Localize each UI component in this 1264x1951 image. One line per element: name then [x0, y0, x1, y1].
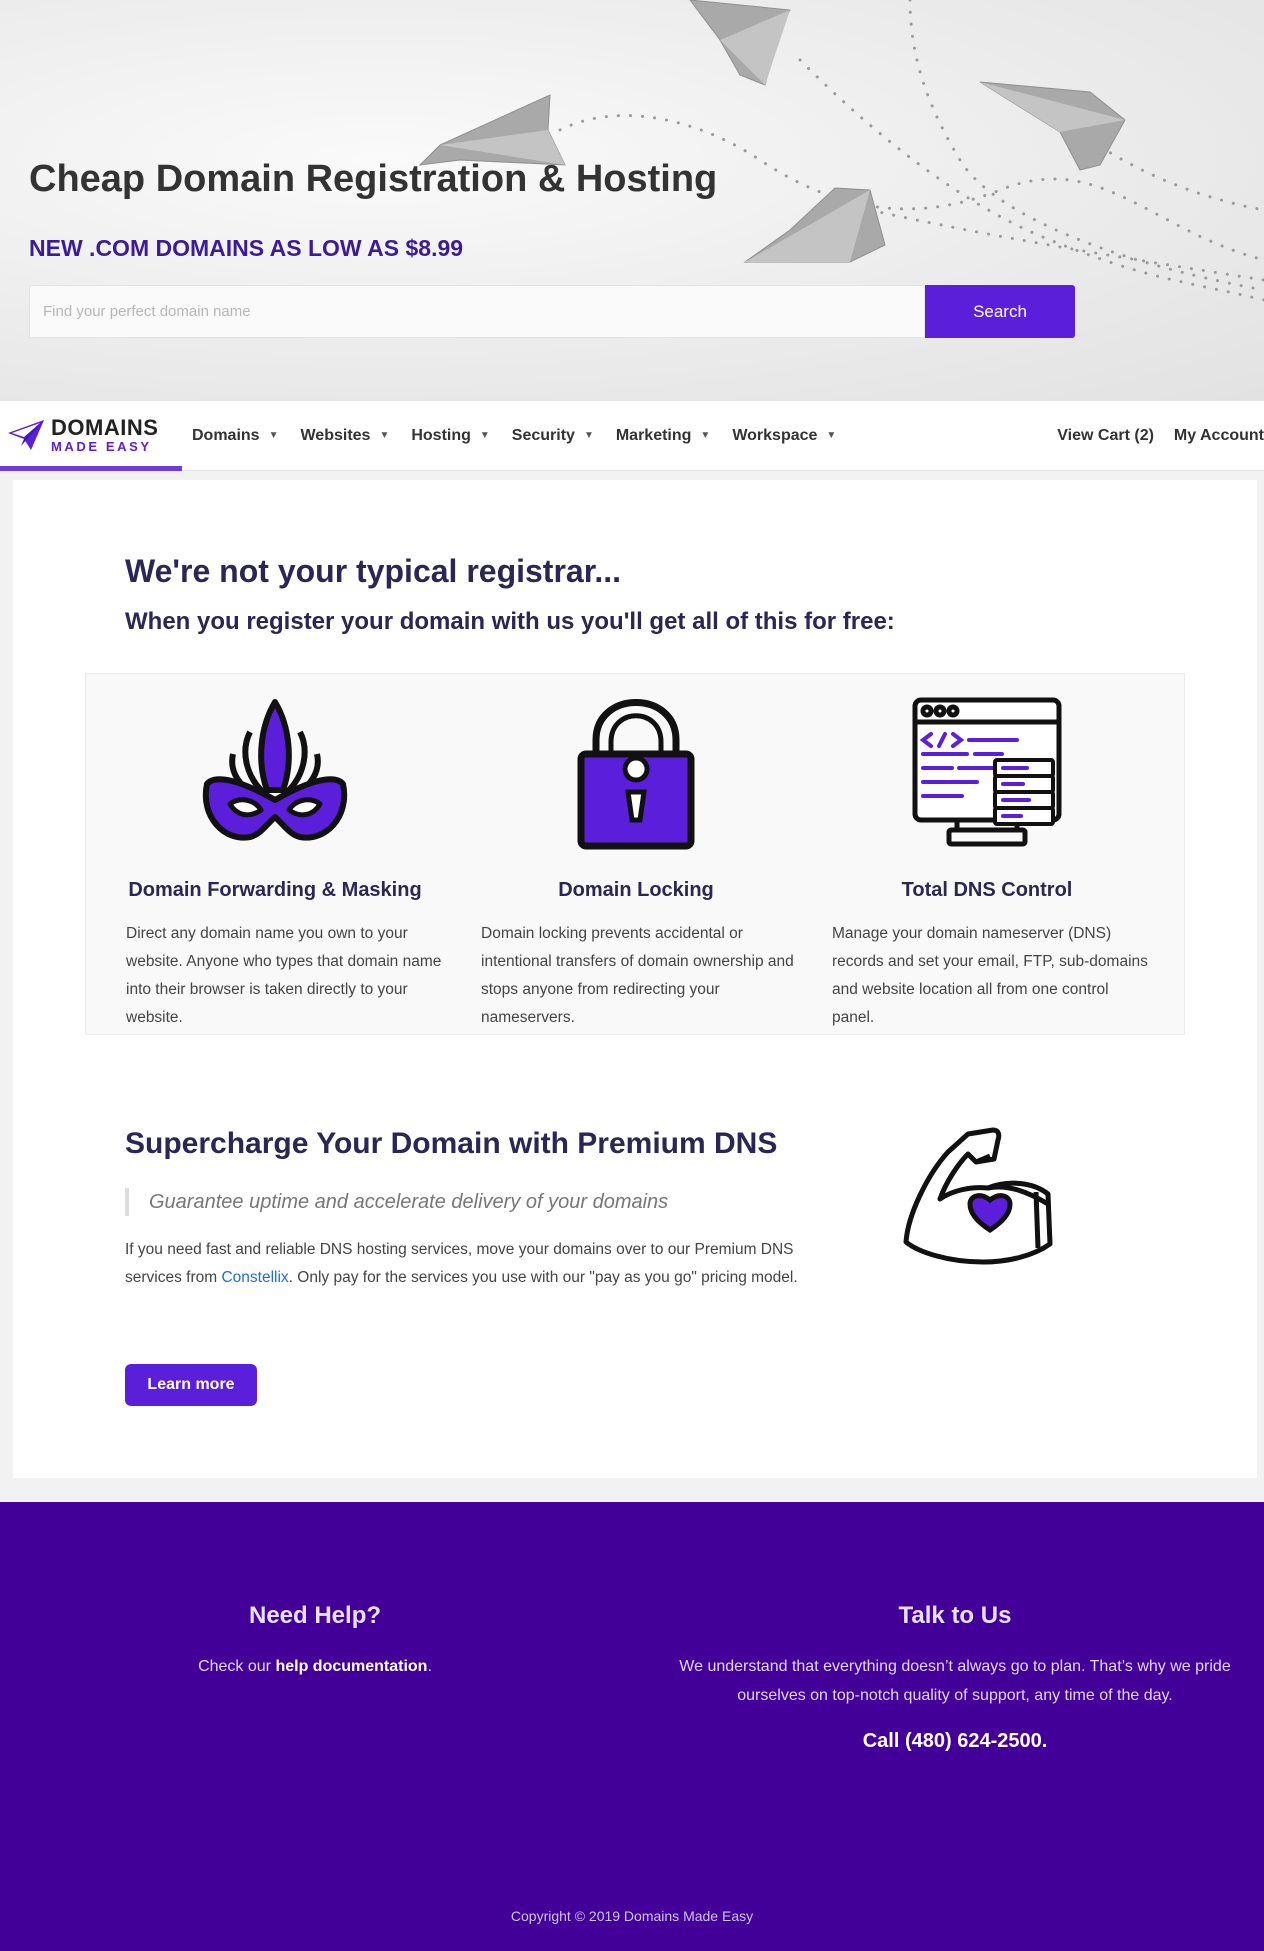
intro-heading: We're not your typical registrar...	[125, 553, 622, 589]
premium-dns-description: If you need fast and reliable DNS hostin…	[125, 1236, 815, 1292]
footer-talk-column: Talk to Us We understand that everything…	[650, 1602, 1260, 1753]
nav-item-marketing[interactable]: Marketing ▼	[616, 427, 710, 445]
logo-text-domains: DOMAINS	[51, 415, 159, 440]
paper-plane-logo-icon	[8, 420, 44, 450]
feature-title: Domain Locking	[558, 879, 714, 901]
nav-item-websites[interactable]: Websites ▼	[300, 427, 389, 445]
nav-item-label: Workspace	[732, 426, 818, 444]
view-cart-link[interactable]: View Cart (2)	[1057, 427, 1154, 445]
server-code-icon	[912, 697, 1062, 847]
constellix-link[interactable]: Constellix	[221, 1269, 288, 1286]
footer-help-text: Check our help documentation.	[115, 1652, 515, 1681]
premium-dns-heading: Supercharge Your Domain with Premium DNS	[125, 1127, 778, 1160]
nav-item-hosting[interactable]: Hosting ▼	[411, 427, 489, 445]
footer-talk-title: Talk to Us	[898, 1602, 1012, 1629]
caret-down-icon: ▼	[583, 430, 594, 441]
nav-item-label: Websites	[300, 426, 371, 444]
hero-banner: Cheap Domain Registration & Hosting NEW …	[0, 0, 1264, 400]
nav-item-label: Security	[511, 426, 575, 444]
active-indicator	[0, 466, 182, 471]
feature-description: Manage your domain nameserver (DNS) reco…	[832, 925, 1148, 1026]
logo[interactable]: DOMAINS MADE EASY	[7, 417, 158, 453]
padlock-icon	[577, 699, 695, 850]
footer-help-column: Need Help? Check our help documentation.	[115, 1602, 515, 1681]
help-text: Check our	[198, 1658, 276, 1675]
copyright: Copyright © 2019 Domains Made Easy	[510, 1908, 754, 1924]
flexed-arm-heart-icon	[903, 1127, 1053, 1265]
nav-item-workspace[interactable]: Workspace ▼	[732, 427, 836, 445]
nav-item-label: Marketing	[615, 426, 692, 444]
nav-item-domains[interactable]: Domains ▼	[192, 427, 278, 445]
caret-down-icon: ▼	[479, 430, 490, 441]
my-account-link[interactable]: My Account	[1174, 427, 1264, 445]
feature-title: Total DNS Control	[901, 879, 1073, 901]
premium-dns-quote: Guarantee uptime and accelerate delivery…	[125, 1188, 668, 1216]
caret-down-icon: ▼	[826, 430, 837, 441]
domain-search-input[interactable]	[29, 285, 925, 338]
footer-phone[interactable]: Call (480) 624-2500.	[650, 1730, 1260, 1753]
nav-item-security[interactable]: Security ▼	[512, 427, 594, 445]
nav-item-label: Domains	[192, 426, 260, 444]
caret-down-icon: ▼	[268, 430, 279, 441]
description-text: . Only pay for the services you use with…	[288, 1269, 798, 1286]
logo-text-made-easy: MADE EASY	[51, 439, 152, 454]
main-nav: DOMAINS MADE EASY Domains ▼ Websites ▼ Hos…	[0, 400, 1264, 471]
features-panel: Domain Forwarding & Masking Direct any d…	[85, 673, 1185, 1035]
nav-item-label: Hosting	[411, 426, 471, 444]
feature-description: Domain locking prevents accidental or in…	[481, 925, 794, 1026]
feature-description: Direct any domain name you own to your w…	[126, 925, 442, 1026]
footer-talk-text: We understand that everything doesn’t al…	[679, 1658, 1231, 1704]
nav-account-links: View Cart (2) My Account	[1037, 401, 1264, 470]
feature-title: Domain Forwarding & Masking	[128, 879, 422, 901]
help-text: .	[427, 1658, 432, 1675]
caret-down-icon: ▼	[379, 430, 390, 441]
hero-promo: NEW .COM DOMAINS AS LOW AS $8.99	[29, 235, 464, 261]
learn-more-button[interactable]: Learn more	[125, 1364, 257, 1406]
search-button[interactable]: Search	[925, 285, 1075, 338]
footer: Need Help? Check our help documentation.…	[0, 1502, 1264, 1951]
hero-title: Cheap Domain Registration & Hosting	[29, 158, 718, 200]
footer-help-title: Need Help?	[248, 1602, 382, 1629]
main-content: We're not your typical registrar... When…	[13, 480, 1257, 1478]
help-documentation-link[interactable]: help documentation	[275, 1658, 427, 1675]
intro-subheading: When you register your domain with us yo…	[125, 608, 895, 635]
mask-icon	[202, 699, 348, 841]
nav-menu: Domains ▼ Websites ▼ Hosting ▼ Security ▼ Ma…	[192, 401, 858, 470]
caret-down-icon: ▼	[700, 430, 711, 441]
